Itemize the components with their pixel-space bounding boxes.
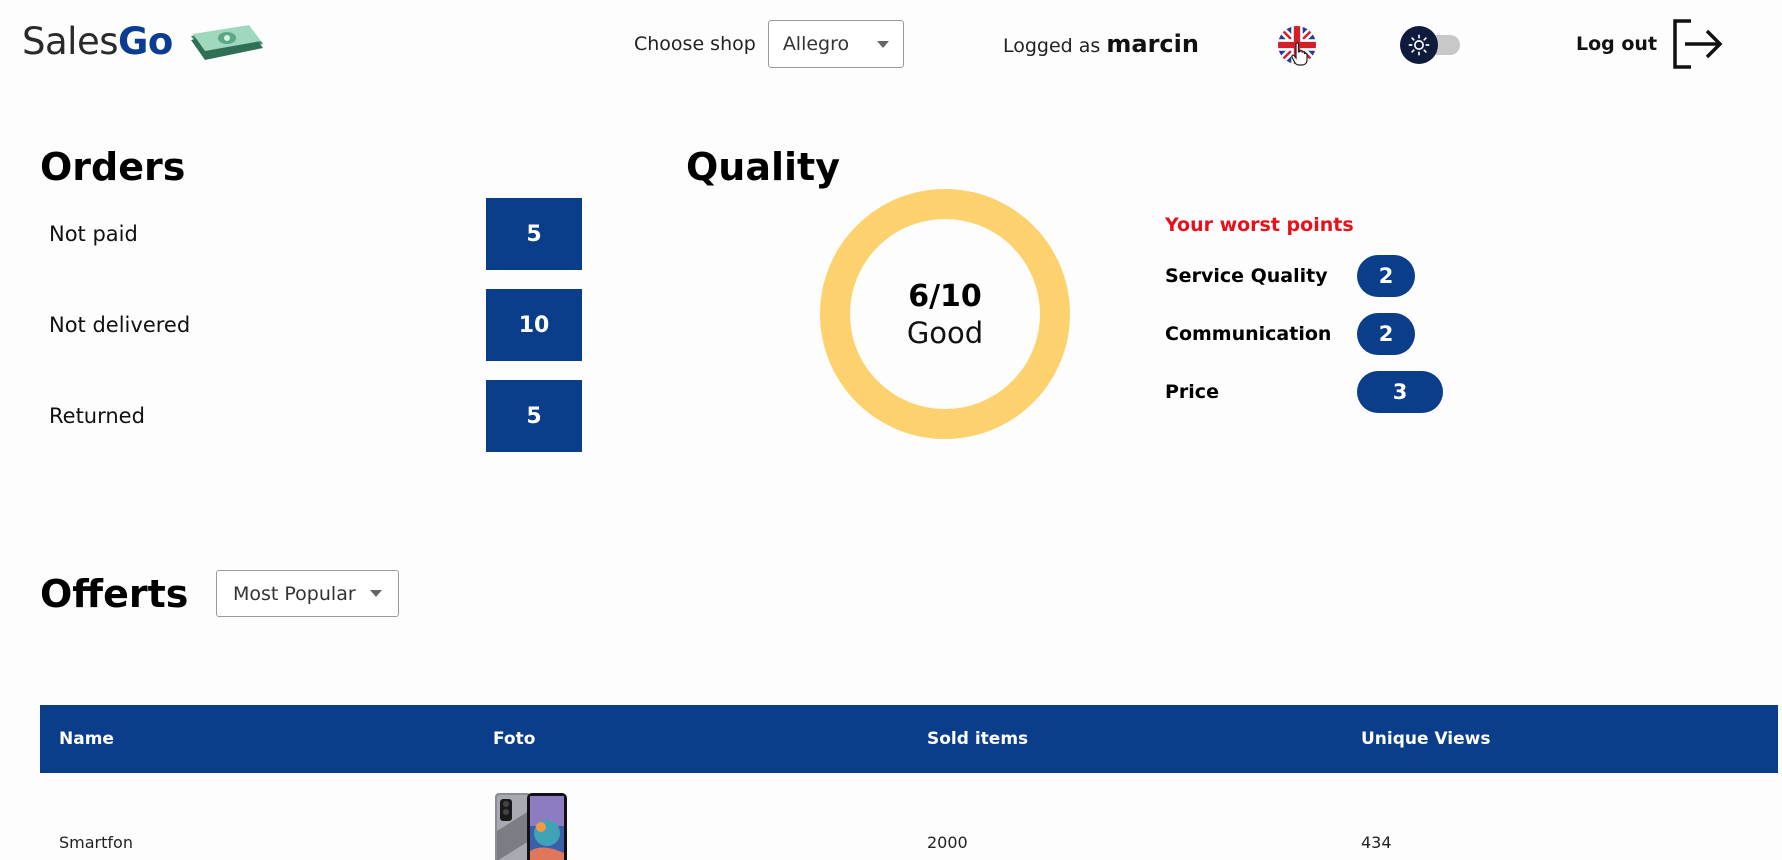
order-count-badge: 5: [486, 198, 582, 270]
logged-prefix: Logged as: [1003, 35, 1101, 57]
logo[interactable]: SalesGo: [22, 20, 267, 63]
order-row-returned[interactable]: Returned 5: [40, 380, 582, 452]
cell-name: Smartfon: [59, 833, 133, 852]
table-header: Name Foto Sold items Unique Views: [40, 705, 1778, 773]
column-header-foto[interactable]: Foto: [474, 729, 908, 749]
username: marcin: [1106, 30, 1199, 58]
logout-icon: [1673, 19, 1723, 69]
money-stack-icon: [190, 24, 263, 60]
order-label: Returned: [49, 404, 145, 428]
logo-text: SalesGo: [22, 20, 173, 63]
quality-score-block: 6/10 Good: [820, 189, 1070, 439]
logged-user: Logged as marcin: [1003, 30, 1199, 58]
quality-rating: Good: [906, 315, 984, 350]
worst-point-label: Price: [1165, 381, 1219, 403]
worst-point-badge: 3: [1357, 371, 1443, 413]
sort-select[interactable]: Most Popular: [216, 570, 399, 617]
table-row[interactable]: Smartfon 2000 434: [40, 773, 1778, 860]
worst-point-service-quality: Service Quality 2: [1165, 255, 1415, 297]
choose-shop-label: Choose shop: [634, 33, 756, 55]
offerts-table: Name Foto Sold items Unique Views Smartf…: [40, 705, 1778, 860]
smartphone-photo: [495, 793, 567, 860]
orders-title: Orders: [40, 145, 186, 189]
theme-toggle[interactable]: [1400, 26, 1462, 64]
chevron-down-icon: [877, 40, 890, 48]
toggle-knob: [1400, 26, 1438, 64]
quality-title: Quality: [686, 145, 840, 189]
cell-photo: [474, 773, 908, 860]
order-label: Not paid: [49, 222, 138, 246]
worst-point-communication: Communication 2: [1165, 313, 1415, 355]
chevron-down-icon: [369, 590, 382, 597]
shop-select-value: Allegro: [782, 33, 850, 55]
order-count-badge: 5: [486, 380, 582, 452]
offerts-title: Offerts: [40, 572, 189, 616]
order-row-not-paid[interactable]: Not paid 5: [40, 198, 582, 270]
hand-cursor-icon: [1291, 42, 1308, 66]
shop-select[interactable]: Allegro: [767, 20, 905, 68]
sort-select-value: Most Popular: [233, 582, 356, 605]
sort-select-wrapper: Most Popular: [216, 570, 399, 617]
cell-unique-views: 434: [1361, 833, 1392, 852]
order-row-not-delivered[interactable]: Not delivered 10: [40, 289, 582, 361]
worst-point-badge: 2: [1357, 255, 1415, 297]
worst-point-price: Price 3: [1165, 371, 1443, 413]
order-label: Not delivered: [49, 313, 191, 337]
worst-point-badge: 2: [1357, 313, 1415, 355]
column-header-sold-items[interactable]: Sold items: [908, 729, 1342, 749]
column-header-name[interactable]: Name: [40, 729, 474, 749]
column-header-unique-views[interactable]: Unique Views: [1342, 729, 1776, 749]
worst-point-label: Communication: [1165, 323, 1332, 345]
logout-label: Log out: [1576, 33, 1658, 55]
worst-point-label: Service Quality: [1165, 265, 1328, 287]
cell-sold-items: 2000: [927, 833, 968, 852]
worst-points-title: Your worst points: [1165, 214, 1354, 236]
order-count-badge: 10: [486, 289, 582, 361]
logout-button[interactable]: Log out: [1576, 18, 1723, 70]
sun-icon: [1408, 34, 1430, 56]
shop-chooser: Choose shop Allegro: [634, 20, 905, 68]
quality-score: 6/10: [908, 278, 982, 314]
